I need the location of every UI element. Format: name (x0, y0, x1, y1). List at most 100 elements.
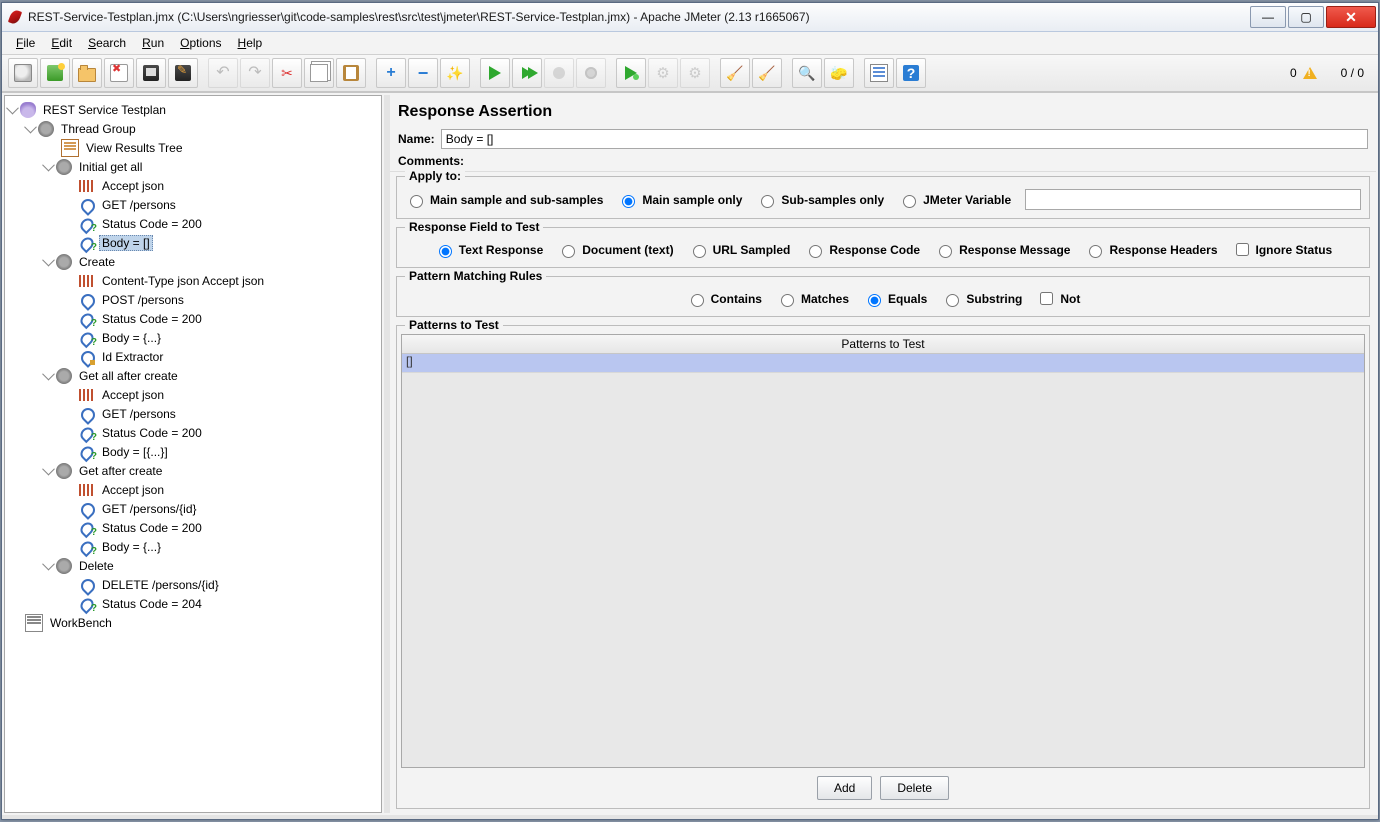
toggle-icon[interactable] (43, 560, 54, 571)
undo-button[interactable]: ↶ (208, 58, 238, 88)
tree-node[interactable]: Content-Type json Accept json (7, 271, 379, 290)
menu-edit[interactable]: Edit (43, 34, 80, 52)
check-not[interactable]: Not (1036, 289, 1080, 308)
tree-node-workbench[interactable]: WorkBench (7, 613, 379, 632)
tree-node-getafter[interactable]: Get after create (7, 461, 379, 480)
reset-search-button[interactable]: 🧽 (824, 58, 854, 88)
collapse-button[interactable]: − (408, 58, 438, 88)
patterns-table[interactable]: Patterns to Test [] (401, 334, 1365, 768)
radio-url-sampled[interactable]: URL Sampled (688, 242, 791, 258)
tree-node-selected[interactable]: Body = [] (7, 233, 379, 252)
radio-sub-only[interactable]: Sub-samples only (756, 192, 884, 208)
radio-text-response[interactable]: Text Response (434, 242, 543, 258)
search-tree-button[interactable]: 🔍 (792, 58, 822, 88)
cut-icon: ✂ (281, 65, 293, 82)
warn-count: 0 (1290, 66, 1297, 80)
radio-document[interactable]: Document (text) (557, 242, 673, 258)
tree-node-view-results[interactable]: View Results Tree (7, 138, 379, 157)
tree-node-testplan[interactable]: REST Service Testplan (7, 100, 379, 119)
function-helper-button[interactable] (864, 58, 894, 88)
jmeter-variable-input[interactable] (1025, 189, 1361, 210)
tree-node[interactable]: GET /persons/{id} (7, 499, 379, 518)
toggle-icon[interactable] (43, 256, 54, 267)
close-button[interactable]: ✕ (1326, 6, 1376, 28)
menu-options[interactable]: Options (172, 34, 229, 52)
tree-node-getallafter[interactable]: Get all after create (7, 366, 379, 385)
toggle-icon[interactable] (43, 370, 54, 381)
shutdown-button[interactable] (576, 58, 606, 88)
menu-file[interactable]: File (8, 34, 43, 52)
tree-node-thread-group[interactable]: Thread Group (7, 119, 379, 138)
add-button[interactable]: Add (817, 776, 872, 800)
pattern-row[interactable]: [] (402, 354, 1364, 373)
radio-response-headers[interactable]: Response Headers (1084, 242, 1217, 258)
clear-button[interactable]: 🧹 (720, 58, 750, 88)
radio-main-only[interactable]: Main sample only (617, 192, 742, 208)
tree-node[interactable]: Body = {...} (7, 328, 379, 347)
tree-node[interactable]: Status Code = 200 (7, 214, 379, 233)
delete-button[interactable]: Delete (880, 776, 949, 800)
tree-node[interactable]: Accept json (7, 176, 379, 195)
radio-main-sub[interactable]: Main sample and sub-samples (405, 192, 603, 208)
menu-help[interactable]: Help (230, 34, 271, 52)
radio-substring[interactable]: Substring (941, 291, 1022, 307)
start-no-pause-button[interactable] (512, 58, 542, 88)
paste-button[interactable] (336, 58, 366, 88)
redo-button[interactable]: ↷ (240, 58, 270, 88)
check-ignore-status[interactable]: Ignore Status (1232, 240, 1333, 259)
radio-jmeter-var[interactable]: JMeter Variable (898, 192, 1011, 208)
stop-button[interactable] (544, 58, 574, 88)
help-button[interactable]: ? (896, 58, 926, 88)
clear-all-button[interactable]: 🧹 (752, 58, 782, 88)
radio-response-message[interactable]: Response Message (934, 242, 1070, 258)
remote-stop-button[interactable]: ⚙ (648, 58, 678, 88)
gear-icon (56, 159, 72, 175)
save-as-button[interactable] (168, 58, 198, 88)
assertion-icon (79, 520, 95, 536)
pipette-icon (79, 577, 95, 593)
tree-node[interactable]: GET /persons (7, 195, 379, 214)
tree-node[interactable]: Status Code = 200 (7, 309, 379, 328)
minimize-button[interactable]: — (1250, 6, 1286, 28)
new-button[interactable] (8, 58, 38, 88)
tree-node-initial[interactable]: Initial get all (7, 157, 379, 176)
expand-button[interactable]: + (376, 58, 406, 88)
toggle-icon[interactable] (43, 161, 54, 172)
tree-node[interactable]: Status Code = 200 (7, 423, 379, 442)
radio-matches[interactable]: Matches (776, 291, 849, 307)
tree-node[interactable]: DELETE /persons/{id} (7, 575, 379, 594)
toggle-icon[interactable] (25, 123, 36, 134)
tree-node[interactable]: Accept json (7, 480, 379, 499)
remote-shutdown-button[interactable]: ⚙ (680, 58, 710, 88)
menu-search[interactable]: Search (80, 34, 134, 52)
toggle-icon[interactable] (7, 104, 18, 115)
tree-node[interactable]: Status Code = 200 (7, 518, 379, 537)
radio-contains[interactable]: Contains (686, 291, 762, 307)
start-button[interactable] (480, 58, 510, 88)
radio-equals[interactable]: Equals (863, 291, 927, 307)
copy-button[interactable] (304, 58, 334, 88)
maximize-button[interactable]: ▢ (1288, 6, 1324, 28)
templates-button[interactable] (40, 58, 70, 88)
tree-node[interactable]: Id Extractor (7, 347, 379, 366)
tree-node[interactable]: Accept json (7, 385, 379, 404)
radio-response-code[interactable]: Response Code (804, 242, 920, 258)
open-button[interactable] (72, 58, 102, 88)
patterns-body[interactable] (402, 373, 1364, 767)
tree-node[interactable]: Status Code = 204 (7, 594, 379, 613)
toggle-icon[interactable] (43, 465, 54, 476)
tree-pane[interactable]: REST Service Testplan Thread Group View … (4, 95, 382, 813)
tree-node-create[interactable]: Create (7, 252, 379, 271)
menu-run[interactable]: Run (134, 34, 172, 52)
tree-node[interactable]: POST /persons (7, 290, 379, 309)
toggle-button[interactable]: ✨ (440, 58, 470, 88)
close-file-button[interactable] (104, 58, 134, 88)
save-button[interactable] (136, 58, 166, 88)
tree-node[interactable]: Body = [{...}] (7, 442, 379, 461)
tree-node-delete[interactable]: Delete (7, 556, 379, 575)
tree-node[interactable]: Body = {...} (7, 537, 379, 556)
tree-node[interactable]: GET /persons (7, 404, 379, 423)
cut-button[interactable]: ✂ (272, 58, 302, 88)
remote-start-button[interactable] (616, 58, 646, 88)
name-input[interactable] (441, 129, 1368, 149)
